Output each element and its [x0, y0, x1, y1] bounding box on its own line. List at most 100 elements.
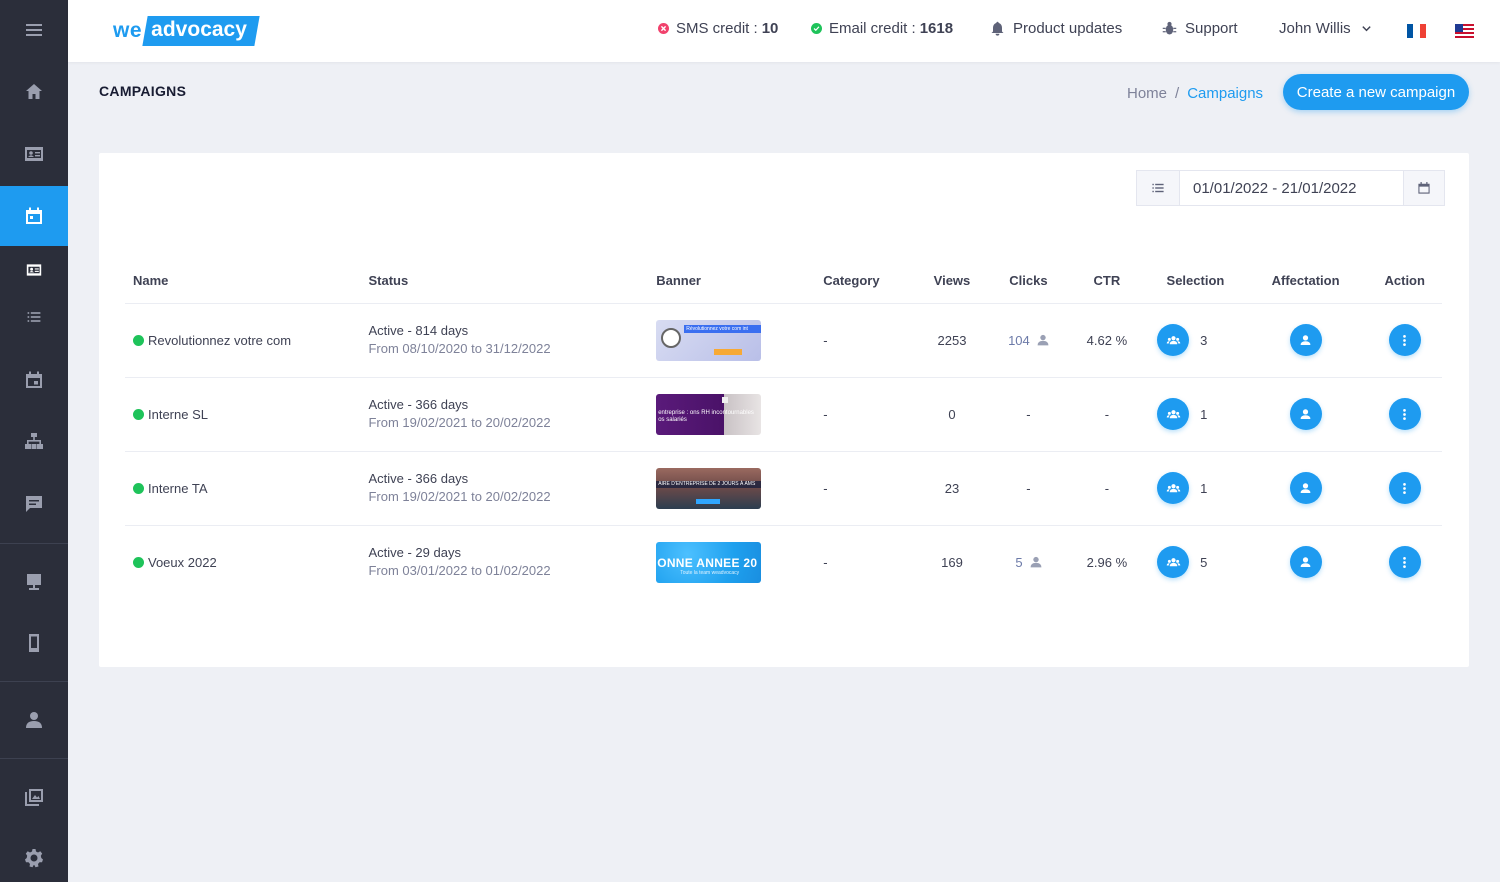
breadcrumb-separator: / — [1175, 85, 1180, 102]
bell-icon — [991, 21, 1004, 36]
col-ctr[interactable]: CTR — [1066, 259, 1148, 304]
campaign-banner-thumbnail[interactable]: Révolutionnez votre com int — [656, 319, 762, 361]
top-header: we advocacy SMS credit : 10 Email credit… — [68, 0, 1500, 62]
campaign-name[interactable]: Interne SL — [148, 407, 208, 422]
sidebar-item-users[interactable] — [0, 690, 68, 750]
table-row: Interne TA Active - 366 days From 19/02/2… — [125, 451, 1442, 526]
campaign-period: From 19/02/2021 to 20/02/2022 — [368, 415, 551, 430]
campaign-clicks-link[interactable]: 5 — [1015, 555, 1041, 570]
user-icon — [1300, 408, 1311, 419]
user-icon — [1300, 557, 1311, 567]
email-credit-label: Email credit : — [829, 20, 916, 37]
affectation-button[interactable] — [1289, 398, 1322, 430]
active-status-dot — [133, 334, 144, 346]
col-category[interactable]: Category — [823, 259, 914, 304]
campaign-period: From 19/02/2021 to 20/02/2022 — [368, 489, 551, 504]
active-status-dot — [133, 482, 144, 494]
col-action[interactable]: Action — [1367, 259, 1442, 304]
row-actions-button[interactable] — [1388, 472, 1421, 504]
col-name[interactable]: Name — [125, 259, 369, 304]
campaign-status: Active - 366 days — [368, 471, 469, 486]
users-group-icon — [1166, 483, 1180, 492]
desktop-icon — [27, 574, 41, 590]
campaign-clicks-link[interactable]: 104 — [1008, 333, 1049, 348]
weadvocacy-logo[interactable]: we advocacy — [113, 13, 260, 49]
selection-button[interactable] — [1157, 546, 1190, 579]
create-campaign-button[interactable]: Create a new campaign — [1283, 74, 1469, 110]
sms-status-icon — [658, 23, 669, 34]
campaign-name[interactable]: Interne TA — [148, 481, 208, 496]
selection-button[interactable] — [1157, 324, 1190, 356]
col-views[interactable]: Views — [913, 259, 991, 304]
home-icon — [26, 84, 42, 99]
sidebar-item-media[interactable] — [0, 767, 68, 827]
row-actions-button[interactable] — [1388, 398, 1421, 430]
user-icon — [26, 712, 42, 728]
logo-advocacy: advocacy — [142, 16, 260, 46]
row-actions-button[interactable] — [1388, 324, 1421, 356]
affectation-button[interactable] — [1289, 324, 1322, 356]
selection-button[interactable] — [1157, 472, 1190, 504]
col-banner[interactable]: Banner — [656, 259, 824, 304]
more-vertical-icon — [1403, 408, 1407, 420]
id-card-icon — [26, 264, 42, 276]
breadcrumb-current[interactable]: Campaigns — [1187, 85, 1263, 102]
bug-icon — [1162, 21, 1177, 35]
mobile-icon — [29, 634, 39, 652]
selection-button[interactable] — [1157, 398, 1190, 430]
sidebar-item-contacts[interactable] — [0, 124, 68, 184]
sidebar-divider — [0, 681, 68, 682]
email-status-icon — [811, 23, 822, 34]
campaign-banner-thumbnail[interactable]: ONNE ANNEE 20 Toute la team weadvocacy — [656, 541, 762, 583]
sidebar-item-desktop[interactable] — [0, 552, 68, 612]
sidebar-divider — [0, 758, 68, 759]
sidebar-item-messages[interactable] — [0, 474, 68, 534]
campaign-clicks: - — [990, 451, 1067, 526]
campaign-ctr: 2.96 % — [1086, 554, 1128, 570]
sidebar-item-home[interactable] — [0, 62, 68, 122]
sidebar-item-campaigns[interactable] — [0, 186, 68, 246]
campaign-category: - — [823, 303, 914, 378]
date-picker-button[interactable] — [1404, 171, 1444, 205]
sms-credit[interactable]: SMS credit : 10 — [658, 20, 778, 37]
col-status[interactable]: Status — [368, 259, 657, 304]
sitemap-icon — [25, 433, 43, 449]
support-link[interactable]: Support — [1162, 20, 1238, 37]
campaign-name[interactable]: Voeux 2022 — [148, 555, 217, 570]
users-group-icon — [1166, 557, 1180, 566]
user-name: John Willis — [1279, 20, 1351, 37]
campaign-banner-thumbnail[interactable]: entreprise : ons RH incontournables os s… — [656, 393, 762, 435]
campaign-name[interactable]: Revolutionnez votre com — [148, 333, 291, 348]
col-selection[interactable]: Selection — [1147, 259, 1244, 304]
email-credit[interactable]: Email credit : 1618 — [811, 20, 953, 37]
product-updates-link[interactable]: Product updates — [990, 20, 1122, 37]
menu-toggle-button[interactable] — [0, 0, 68, 60]
sidebar-item-mobile[interactable] — [0, 613, 68, 673]
campaign-views: 169 — [941, 554, 963, 570]
date-range-input[interactable] — [1179, 171, 1404, 205]
campaign-status: Active - 366 days — [368, 397, 469, 412]
sidebar-subitem-campaign-list[interactable] — [0, 287, 68, 347]
user-icon — [1300, 334, 1311, 345]
list-icon — [1152, 183, 1164, 193]
affectation-button[interactable] — [1289, 546, 1322, 579]
sidebar-item-events[interactable] — [0, 350, 68, 410]
flag-us-icon[interactable] — [1455, 24, 1474, 38]
campaign-banner-thumbnail[interactable]: AIRE D'ENTREPRISE DE 2 JOURS À AMS — [656, 467, 762, 509]
more-vertical-icon — [1403, 334, 1407, 346]
col-clicks[interactable]: Clicks — [990, 259, 1067, 304]
product-updates-label: Product updates — [1013, 20, 1123, 37]
list-view-button[interactable] — [1137, 171, 1179, 205]
user-icon — [1300, 482, 1311, 493]
breadcrumb-home[interactable]: Home — [1127, 85, 1167, 102]
affectation-button[interactable] — [1289, 472, 1322, 504]
campaign-category: - — [823, 451, 914, 526]
user-menu[interactable]: John Willis — [1279, 20, 1372, 37]
row-actions-button[interactable] — [1388, 546, 1421, 579]
col-affectation[interactable]: Affectation — [1243, 259, 1368, 304]
sidebar-item-segments[interactable] — [0, 412, 68, 472]
user-icon — [1037, 334, 1049, 346]
users-group-icon — [1166, 335, 1180, 344]
sidebar-item-settings[interactable] — [0, 828, 68, 882]
flag-fr-icon[interactable] — [1407, 24, 1426, 38]
